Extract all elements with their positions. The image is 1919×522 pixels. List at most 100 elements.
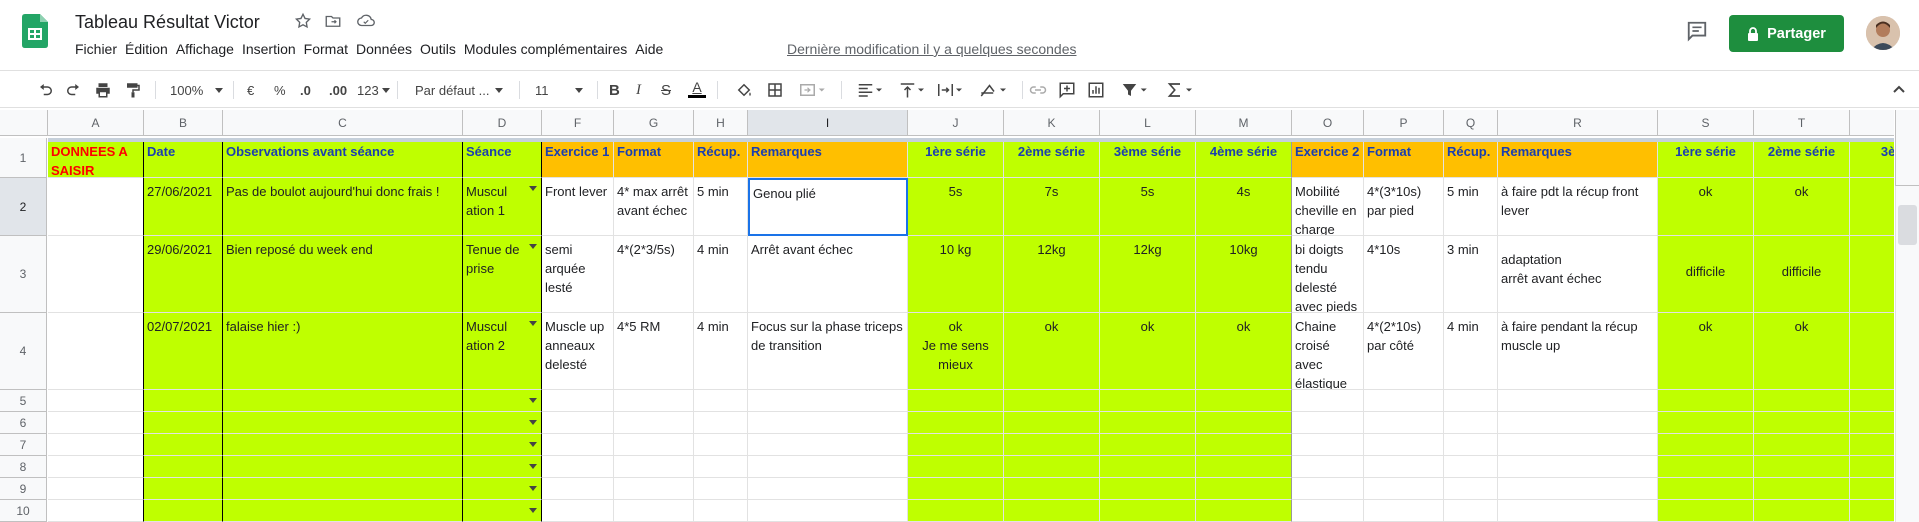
cell-t3[interactable]: difficile: [1754, 236, 1850, 313]
cell-t2[interactable]: ok: [1754, 178, 1850, 236]
comments-icon[interactable]: [1686, 20, 1710, 44]
cell-r6[interactable]: [1498, 412, 1658, 434]
cell-h4[interactable]: 4 min: [694, 313, 748, 390]
cell-s8[interactable]: [1658, 456, 1754, 478]
cell-r2[interactable]: à faire pdt la récup front lever: [1498, 178, 1658, 236]
decrease-decimals-button[interactable]: .0: [300, 80, 311, 100]
bold-icon[interactable]: B: [609, 80, 620, 100]
cell-l4[interactable]: ok: [1100, 313, 1196, 390]
cell-l3[interactable]: 12kg: [1100, 236, 1196, 313]
column-header-r[interactable]: R: [1498, 110, 1658, 136]
cell-p9[interactable]: [1364, 478, 1444, 500]
row-header-1[interactable]: 1: [0, 138, 47, 178]
cell-l5[interactable]: [1100, 390, 1196, 412]
cell-a10[interactable]: [48, 500, 144, 522]
cell-p1[interactable]: Format: [1364, 138, 1444, 178]
cell-b5[interactable]: [144, 390, 223, 412]
cell-f10[interactable]: [542, 500, 614, 522]
row-header-6[interactable]: 6: [0, 412, 47, 434]
cell-i7[interactable]: [748, 434, 908, 456]
scrollbar-thumb[interactable]: [1898, 205, 1917, 245]
cell-g3[interactable]: 4*(2*3/5s): [614, 236, 694, 313]
cell-r4[interactable]: à faire pendant la récup muscle up: [1498, 313, 1658, 390]
cell-j8[interactable]: [908, 456, 1004, 478]
cell-l10[interactable]: [1100, 500, 1196, 522]
cell-p5[interactable]: [1364, 390, 1444, 412]
cell-u1[interactable]: 3ème: [1850, 138, 1894, 178]
cell-p6[interactable]: [1364, 412, 1444, 434]
cell-t1[interactable]: 2ème série: [1754, 138, 1850, 178]
cell-r10[interactable]: [1498, 500, 1658, 522]
cell-u5[interactable]: [1850, 390, 1894, 412]
row-header-9[interactable]: 9: [0, 478, 47, 500]
frozen-row-divider[interactable]: [48, 138, 1894, 142]
column-header-l[interactable]: L: [1100, 110, 1196, 136]
cell-o2[interactable]: Mobilité cheville en charge: [1292, 178, 1364, 236]
menu-edition[interactable]: Édition: [125, 41, 176, 61]
select-all-corner[interactable]: [0, 110, 48, 136]
cell-q5[interactable]: [1444, 390, 1498, 412]
cell-g10[interactable]: [614, 500, 694, 522]
cell-b2[interactable]: 27/06/2021: [144, 178, 223, 236]
cell-u3[interactable]: d: [1850, 236, 1894, 313]
cell-r5[interactable]: [1498, 390, 1658, 412]
column-header-q[interactable]: Q: [1444, 110, 1498, 136]
row-header-5[interactable]: 5: [0, 390, 47, 412]
cell-r1[interactable]: Remarques: [1498, 138, 1658, 178]
row-header-4[interactable]: 4: [0, 313, 47, 390]
cell-a2[interactable]: [48, 178, 144, 236]
fill-color-icon[interactable]: [735, 80, 753, 100]
valign-icon[interactable]: [898, 80, 926, 100]
cell-a4[interactable]: [48, 313, 144, 390]
column-header-k[interactable]: K: [1004, 110, 1100, 136]
cell-r7[interactable]: [1498, 434, 1658, 456]
cell-t6[interactable]: [1754, 412, 1850, 434]
cell-q9[interactable]: [1444, 478, 1498, 500]
column-header-u[interactable]: U: [1850, 110, 1894, 136]
cell-a6[interactable]: [48, 412, 144, 434]
cell-b1[interactable]: Date: [144, 138, 223, 178]
menu-fichier[interactable]: Fichier: [75, 41, 125, 61]
cell-b10[interactable]: [144, 500, 223, 522]
sheets-logo-icon[interactable]: [22, 14, 48, 53]
cell-a8[interactable]: [48, 456, 144, 478]
menu-insertion[interactable]: Insertion: [242, 41, 304, 61]
avatar[interactable]: [1866, 16, 1900, 50]
cell-a5[interactable]: [48, 390, 144, 412]
cell-t10[interactable]: [1754, 500, 1850, 522]
last-edit-link[interactable]: Dernière modification il y a quelques se…: [787, 41, 1077, 57]
cell-q4[interactable]: 4 min: [1444, 313, 1498, 390]
cell-g9[interactable]: [614, 478, 694, 500]
cell-m2[interactable]: 4s: [1196, 178, 1292, 236]
cell-o9[interactable]: [1292, 478, 1364, 500]
cell-f6[interactable]: [542, 412, 614, 434]
cell-a1[interactable]: DONNEES A SAISIR: [48, 138, 144, 178]
cell-c5[interactable]: [223, 390, 463, 412]
cell-j9[interactable]: [908, 478, 1004, 500]
cell-p8[interactable]: [1364, 456, 1444, 478]
menu-format[interactable]: Format: [304, 41, 356, 61]
cell-u6[interactable]: [1850, 412, 1894, 434]
column-header-g[interactable]: G: [614, 110, 694, 136]
cell-g7[interactable]: [614, 434, 694, 456]
cell-b9[interactable]: [144, 478, 223, 500]
cell-j2[interactable]: 5s: [908, 178, 1004, 236]
cell-g6[interactable]: [614, 412, 694, 434]
cell-i9[interactable]: [748, 478, 908, 500]
cell-j7[interactable]: [908, 434, 1004, 456]
cell-m3[interactable]: 10kg: [1196, 236, 1292, 313]
text-color-icon[interactable]: A: [688, 80, 706, 100]
font-select[interactable]: Par défaut ...: [415, 80, 504, 100]
cell-c7[interactable]: [223, 434, 463, 456]
cell-f4[interactable]: Muscle up anneaux delesté: [542, 313, 614, 390]
cell-s9[interactable]: [1658, 478, 1754, 500]
cell-l8[interactable]: [1100, 456, 1196, 478]
print-icon[interactable]: [94, 80, 112, 100]
dropdown-chevron-icon[interactable]: [529, 420, 537, 425]
cell-h6[interactable]: [694, 412, 748, 434]
cell-s1[interactable]: 1ère série: [1658, 138, 1754, 178]
cell-h9[interactable]: [694, 478, 748, 500]
cell-j3[interactable]: 10 kg: [908, 236, 1004, 313]
cell-k6[interactable]: [1004, 412, 1100, 434]
cell-t4[interactable]: ok: [1754, 313, 1850, 390]
